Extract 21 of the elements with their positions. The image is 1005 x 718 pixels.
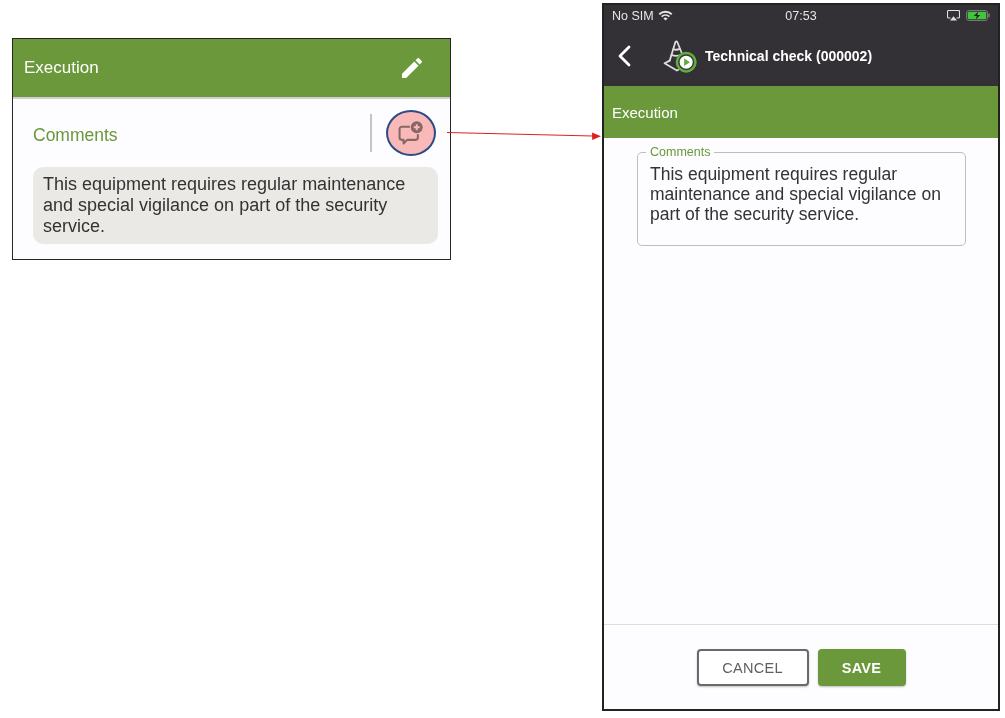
comments-field[interactable]: Comments This equipment requires regular maintenance and special vigilance on part of the security service. <box>637 145 966 246</box>
wifi-icon <box>657 10 673 21</box>
section-title: Execution <box>24 58 99 78</box>
carrier-text: No SIM <box>612 8 654 23</box>
screen-mirroring-icon <box>947 10 960 21</box>
comment-text: This equipment requires regular maintenance and special vigilance on part of the security service. <box>33 167 438 244</box>
comment-plus-icon <box>398 121 424 145</box>
back-chevron-icon <box>618 45 631 67</box>
comments-value: This equipment requires regular maintenance and special vigilance on part of the security service. <box>650 164 942 224</box>
comments-label: Comments <box>649 145 712 159</box>
back-button[interactable] <box>618 45 631 67</box>
comments-label: Comments <box>33 124 119 146</box>
save-button[interactable]: SAVE <box>817 649 906 686</box>
cone-play-icon <box>663 39 697 73</box>
cancel-button[interactable]: CANCEL <box>696 649 809 686</box>
clock-text: 07:53 <box>785 8 817 23</box>
section-title: Execution <box>612 103 678 121</box>
battery-charging-icon <box>966 10 990 21</box>
add-comment-button[interactable] <box>386 110 436 156</box>
screen-title: Technical check (000002) <box>705 48 873 64</box>
pencil-icon[interactable] <box>402 58 422 78</box>
